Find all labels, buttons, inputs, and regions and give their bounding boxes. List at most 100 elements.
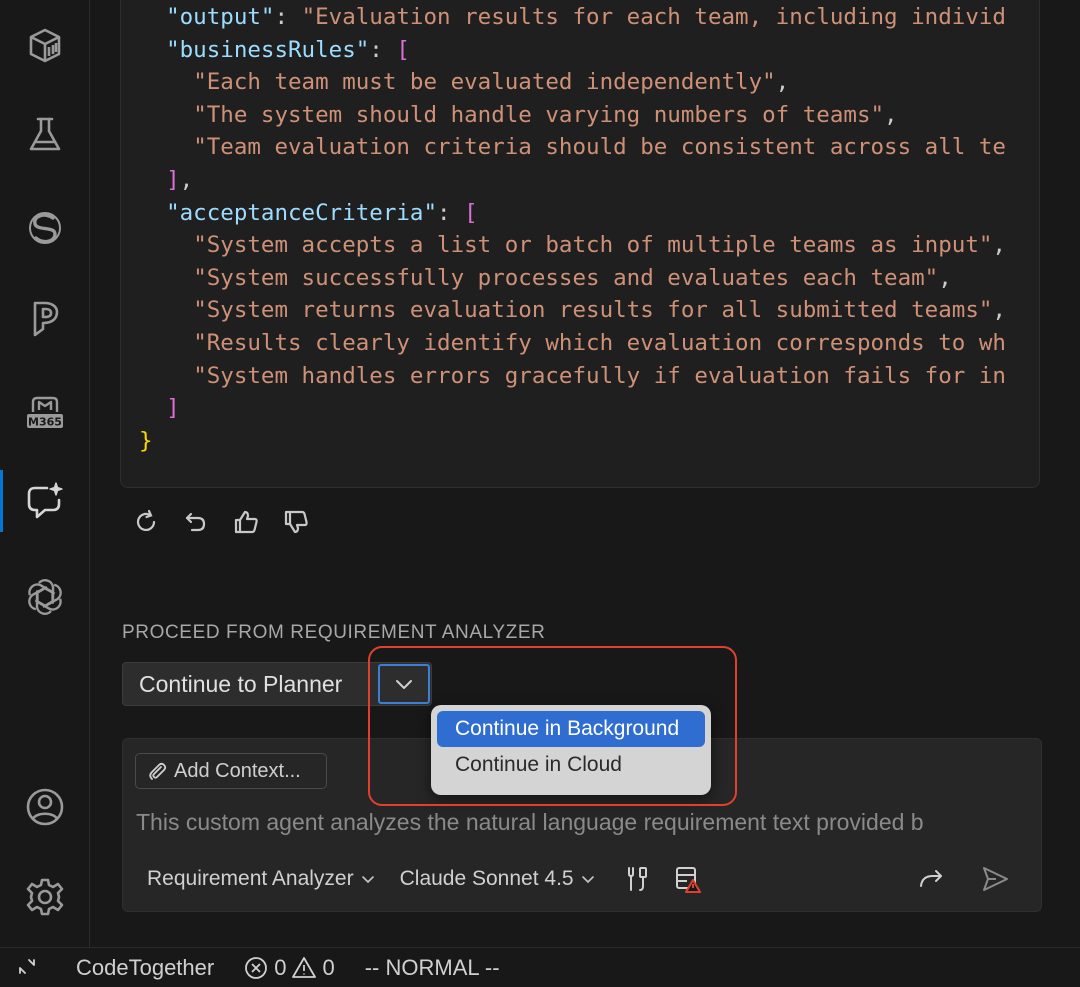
code-line: "System handles errors gracefully if eva… (139, 360, 1029, 393)
menu-item-continue-in-background[interactable]: Continue in Background (437, 711, 705, 747)
activity-bar: M365 (0, 0, 90, 947)
code-line: "Each team must be evaluated independent… (139, 66, 1029, 99)
tools-icon[interactable] (620, 861, 656, 897)
code-content: "output": "Evaluation results for each t… (139, 1, 1029, 457)
extension-s-icon[interactable] (0, 197, 90, 259)
code-line: "acceptanceCriteria": [ (139, 197, 1029, 230)
code-token: "Team evaluation criteria should be cons… (193, 134, 1006, 161)
error-icon (245, 956, 268, 979)
remote-indicator[interactable] (0, 956, 58, 980)
code-token: , (992, 297, 1006, 324)
codetogether-status[interactable]: CodeTogether (76, 955, 214, 981)
chevron-down-icon (581, 876, 594, 884)
code-token: "Each team must be evaluated independent… (193, 69, 776, 96)
code-line: "Results clearly identify which evaluati… (139, 327, 1029, 360)
code-line: "System returns evaluation results for a… (139, 294, 1029, 327)
problems-status[interactable]: 0 0 (244, 955, 335, 981)
code-token: "acceptanceCriteria" (166, 199, 438, 226)
code-token: [ (396, 36, 410, 63)
code-token: "System returns evaluation results for a… (193, 297, 993, 324)
code-block: "output": "Evaluation results for each t… (120, 0, 1040, 488)
response-actions (128, 502, 314, 542)
thumbs-down-icon[interactable] (278, 504, 314, 540)
undo-icon[interactable] (178, 504, 214, 540)
code-token: ] (166, 166, 180, 193)
code-token: , (775, 69, 790, 96)
warning-icon (292, 956, 317, 978)
chat-sparkle-icon[interactable] (0, 470, 90, 532)
continue-options-menu: Continue in Background Continue in Cloud (431, 705, 711, 795)
code-token: "System handles errors gracefully if eva… (193, 362, 1006, 389)
code-token: : (274, 4, 302, 30)
agent-picker[interactable]: Requirement Analyzer (147, 867, 376, 891)
add-context-button[interactable]: Add Context... (135, 753, 327, 789)
code-token: , (179, 166, 194, 193)
code-line: } (139, 425, 1029, 458)
chevron-down-icon (361, 876, 374, 884)
chat-send-group (913, 861, 1027, 897)
chat-input[interactable]: This custom agent analyzes the natural l… (136, 809, 1031, 836)
code-line: "Team evaluation criteria should be cons… (139, 131, 1029, 164)
m365-icon[interactable]: M365 (0, 381, 90, 443)
code-token: : (437, 199, 465, 226)
flask-icon[interactable] (0, 104, 90, 166)
continue-options-dropdown[interactable] (378, 664, 430, 704)
code-token: , (992, 232, 1006, 259)
chat-panel: "output": "Evaluation results for each t… (90, 0, 1080, 947)
code-token: , (884, 101, 898, 128)
settings-gear-icon[interactable] (0, 866, 90, 928)
code-line: "output": "Evaluation results for each t… (139, 1, 1029, 34)
code-token: } (139, 427, 153, 454)
redirect-arrow-icon[interactable] (913, 861, 949, 897)
code-line: ], (139, 164, 1029, 197)
mcp-server-warning-icon[interactable] (670, 861, 706, 897)
code-token: ] (166, 395, 180, 422)
refresh-icon[interactable] (128, 504, 164, 540)
vim-mode-label: -- NORMAL -- (364, 954, 500, 980)
code-token: "Results clearly identify which evaluati… (193, 329, 1006, 356)
code-token: [ (464, 199, 478, 226)
add-context-label: Add Context... (174, 759, 301, 782)
code-token: "System successfully processes and evalu… (193, 264, 939, 291)
menu-item-continue-in-cloud[interactable]: Continue in Cloud (437, 747, 705, 783)
send-icon[interactable] (977, 861, 1013, 897)
code-token: "businessRules" (166, 36, 370, 63)
paperclip-icon (149, 762, 167, 780)
warning-count: 0 (322, 954, 335, 980)
error-count: 0 (274, 954, 287, 980)
thumbs-up-icon[interactable] (228, 504, 264, 540)
code-token: "Evaluation results for each team, inclu… (301, 4, 1006, 30)
code-token: "output" (166, 4, 275, 30)
agent-picker-label: Requirement Analyzer (147, 867, 354, 890)
code-token: : (369, 36, 397, 63)
code-line: "The system should handle varying number… (139, 99, 1029, 132)
code-token: , (938, 264, 952, 291)
model-picker-label: Claude Sonnet 4.5 (399, 867, 574, 890)
chat-toolbar: Requirement Analyzer Claude Sonnet 4.5 (147, 861, 1027, 897)
vim-mode-status: -- NORMAL -- (365, 955, 500, 981)
proceed-section-label: PROCEED FROM REQUIREMENT ANALYZER (122, 622, 546, 643)
chevron-down-icon (396, 680, 412, 689)
pycharm-p-icon[interactable] (0, 288, 90, 350)
code-token: "The system should handle varying number… (193, 101, 885, 128)
openai-icon[interactable] (0, 566, 90, 628)
model-picker[interactable]: Claude Sonnet 4.5 (400, 867, 596, 891)
account-icon[interactable] (0, 776, 90, 838)
code-line: "System successfully processes and evalu… (139, 262, 1029, 295)
status-bar: CodeTogether 0 0 -- NORMAL -- (0, 947, 1080, 987)
package-icon[interactable] (0, 14, 90, 76)
code-token: "System accepts a list or batch of multi… (193, 232, 993, 259)
m365-label: M365 (28, 416, 62, 429)
